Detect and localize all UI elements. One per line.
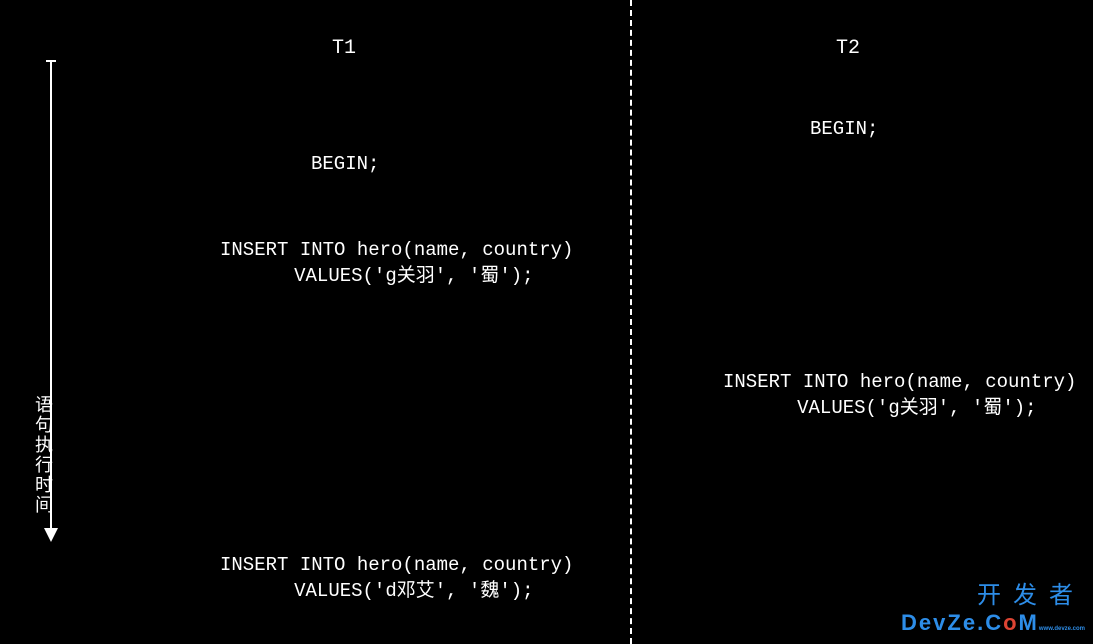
- watermark-prefix: DevZe.C: [901, 610, 1003, 635]
- t2-insert-statement-1: INSERT INTO hero(name, country) VALUES('…: [723, 370, 1076, 421]
- column-divider: [630, 0, 632, 644]
- watermark-sub: www.devze.com: [1039, 626, 1085, 632]
- watermark-logo: 开发者 DevZe.CoMwww.devze.com: [901, 575, 1085, 636]
- watermark-line1: 开发者: [901, 575, 1085, 610]
- t1-insert-statement-1: INSERT INTO hero(name, country) VALUES('…: [220, 238, 573, 289]
- watermark-line2: DevZe.CoMwww.devze.com: [901, 610, 1085, 636]
- t1-insert-statement-2: INSERT INTO hero(name, country) VALUES('…: [220, 553, 573, 604]
- column-header-t1: T1: [332, 37, 356, 60]
- watermark-o: o: [1003, 610, 1018, 635]
- t1-begin-statement: BEGIN;: [311, 152, 379, 178]
- t2-begin-statement: BEGIN;: [810, 117, 878, 143]
- watermark-m: M: [1019, 610, 1039, 635]
- timeline-axis-label: 语句执行时间: [30, 395, 56, 515]
- column-header-t2: T2: [836, 37, 860, 60]
- timeline-arrow-head: [44, 528, 58, 542]
